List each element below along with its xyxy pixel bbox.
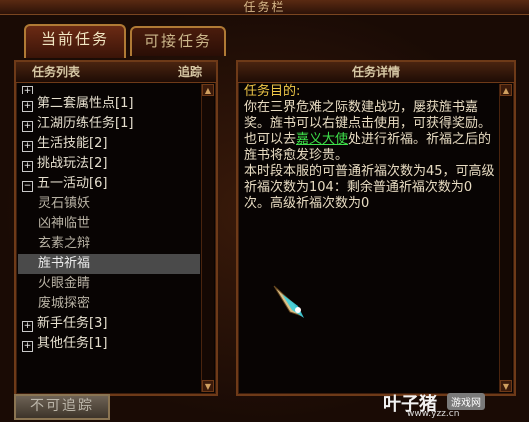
title-bar[interactable]: 任务栏	[0, 0, 529, 15]
quest-detail-scrollbar[interactable]: ▲ ▼	[499, 84, 512, 392]
quest-list-group[interactable]: + 第二套属性点[1]	[18, 94, 200, 114]
quest-list-group[interactable]: + 挑战玩法[2]	[18, 154, 200, 174]
quest-list: + 常规玩法[1] + 第二套属性点[1] + 江湖历练任务[1] + 生活技能[2] + 挑战玩…	[18, 84, 200, 392]
window-title: 任务栏	[243, 0, 286, 14]
tab-available-quests[interactable]: 可接任务	[130, 26, 226, 56]
quest-detail-text: 任务目的: 你在三界危难之际数建战功，屡获旌书嘉奖。旌书可以右键点击使用，可获得…	[244, 84, 498, 390]
quest-list-label: 生活技能[2]	[37, 136, 108, 151]
quest-list-subitem[interactable]: 废城探密	[18, 294, 200, 314]
quest-list-panel: 任务列表 追踪 + 常规玩法[1] + 第二套属性点[1] + 江湖历练任务[1] + 生活技…	[14, 60, 218, 396]
tab-current-quests[interactable]: 当前任务	[24, 24, 126, 58]
quest-detail-title: 任务详情	[351, 65, 400, 79]
watermark-url: www.yzz.cn	[407, 409, 460, 419]
quest-list-subitem[interactable]: 灵石镇妖	[18, 194, 200, 214]
quest-list-group[interactable]: + 其他任务[1]	[18, 334, 200, 354]
quest-list-label: 常规玩法[1]	[37, 84, 107, 86]
quest-list-label: 第二套属性点[1]	[37, 96, 134, 111]
collapse-icon[interactable]: −	[22, 181, 33, 192]
quest-detail-header: 任务详情	[238, 62, 514, 83]
quest-list-group[interactable]: − 五一活动[6]	[18, 174, 200, 194]
expand-icon[interactable]: +	[22, 341, 33, 352]
quest-list-subitem[interactable]: 玄素之辩	[18, 234, 200, 254]
quest-list-label: 灵石镇妖	[38, 196, 91, 211]
quest-list-title: 任务列表	[32, 65, 81, 79]
quest-list-label: 凶神临世	[38, 216, 91, 231]
watermark-box: 游戏网	[447, 393, 485, 410]
mouse-cursor-icon	[273, 285, 304, 318]
scroll-up-icon[interactable]: ▲	[202, 84, 214, 96]
quest-detail-panel: 任务详情 任务目的: 你在三界危难之际数建战功，屡获旌书嘉奖。旌书可以右键点击使…	[236, 60, 516, 396]
quest-list-label: 玄素之辩	[38, 236, 91, 251]
quest-list-group[interactable]: + 江湖历练任务[1]	[18, 114, 200, 134]
expand-icon[interactable]: +	[22, 321, 33, 332]
quest-list-label: 江湖历练任务[1]	[37, 116, 134, 131]
quest-list-group[interactable]: + 新手任务[3]	[18, 314, 200, 334]
quest-list-group[interactable]: + 常规玩法[1]	[18, 84, 200, 94]
quest-counts: 本时段本服的可普通祈福次数为45，可高级祈福次数为104：剩余普通祈福次数为0次…	[244, 164, 495, 211]
quest-description: 你在三界危难之际数建战功，屡获旌书嘉奖。旌书可以右键点击使用，可获得奖励。也可以…	[244, 100, 498, 164]
scroll-down-icon[interactable]: ▼	[202, 380, 214, 392]
untrack-button[interactable]: 不可追踪	[14, 394, 110, 420]
quest-list-label: 旌书祈福	[38, 256, 91, 271]
watermark-logo: 叶子猪 游戏网 www.yzz.cn	[383, 390, 523, 420]
expand-icon[interactable]: +	[22, 101, 33, 112]
quest-list-scrollbar[interactable]: ▲ ▼	[201, 84, 214, 392]
quest-goal-label: 任务目的:	[244, 84, 301, 99]
track-header[interactable]: 追踪	[178, 62, 202, 82]
quest-list-group[interactable]: + 生活技能[2]	[18, 134, 200, 154]
quest-list-label: 其他任务[1]	[37, 336, 108, 351]
expand-icon[interactable]: +	[22, 121, 33, 132]
detail-scroll-up-icon[interactable]: ▲	[500, 84, 512, 96]
quest-list-label: 五一活动[6]	[37, 176, 108, 191]
expand-icon[interactable]: +	[22, 161, 33, 172]
expand-icon[interactable]: +	[22, 141, 33, 152]
expand-icon[interactable]: +	[22, 86, 33, 94]
quest-list-label: 挑战玩法[2]	[37, 156, 108, 171]
quest-list-header: 任务列表 追踪	[16, 62, 216, 83]
quest-list-label: 火眼金睛	[38, 276, 91, 291]
quest-list-subitem[interactable]: 凶神临世	[18, 214, 200, 234]
npc-link[interactable]: 嘉义大使	[296, 132, 348, 147]
quest-list-subitem[interactable]: 火眼金睛	[18, 274, 200, 294]
quest-list-label: 新手任务[3]	[37, 316, 108, 331]
quest-list-subitem[interactable]: 旌书祈福	[18, 254, 200, 274]
quest-list-label: 废城探密	[38, 296, 91, 311]
quest-window: 任务栏 可接任务 当前任务 任务列表 追踪 + 常规玩法[1] + 第二套属性点[1]…	[0, 0, 529, 422]
